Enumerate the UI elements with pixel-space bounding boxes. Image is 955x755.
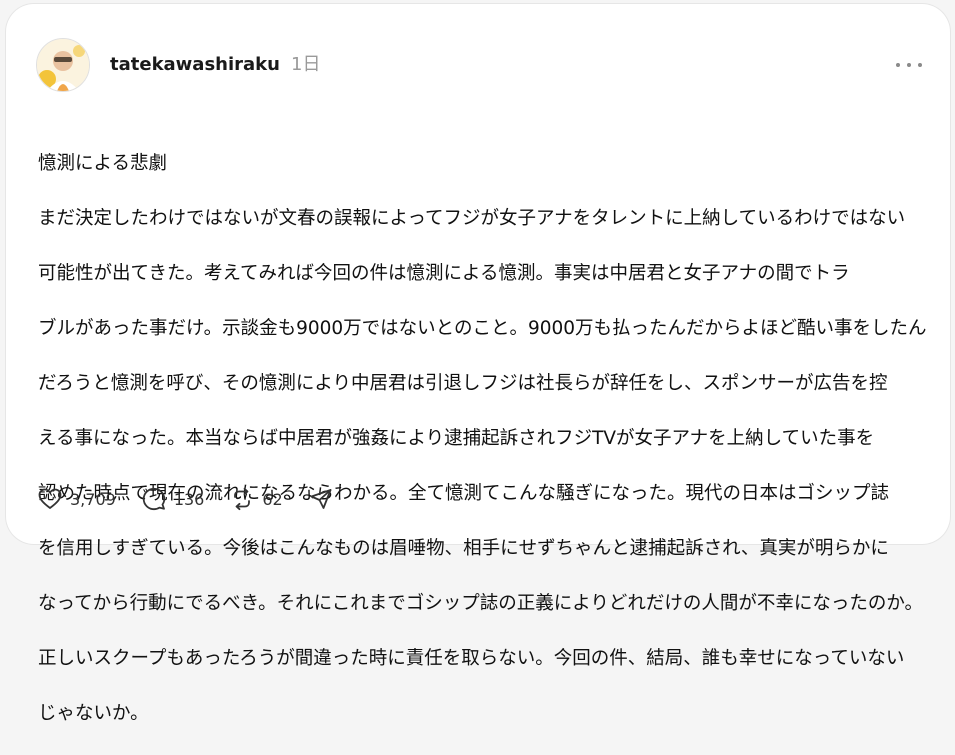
repost-icon: [230, 487, 254, 511]
action-bar: 3,709 136 62: [38, 484, 359, 514]
comment-button[interactable]: 136: [142, 487, 205, 511]
post-line: なってから行動にでるべき。それにこれまでゴシップ誌の正義によりどれだけの人間が不…: [38, 592, 924, 614]
more-dot: [918, 63, 922, 67]
comment-count: 136: [173, 489, 205, 509]
post-card: tatekawashiraku 1日 憶測による悲劇 まだ決定したわけではないが…: [6, 4, 950, 724]
more-options-icon[interactable]: [896, 56, 922, 74]
heart-icon: [38, 488, 62, 510]
post-line: じゃないか。: [38, 702, 149, 724]
avatar[interactable]: [36, 38, 90, 92]
username[interactable]: tatekawashiraku: [110, 54, 280, 76]
like-count: 3,709: [70, 489, 116, 509]
post-body: 憶測による悲劇 まだ決定したわけではないが文春の誤報によってフジが女子アナをタレ…: [38, 122, 927, 755]
post-line: を信用しすぎている。今後はこんなものは眉唾物、相手にせずちゃんと逮捕起訴され、真…: [38, 537, 889, 559]
share-button[interactable]: [309, 487, 333, 511]
more-dot: [896, 63, 900, 67]
repost-button[interactable]: 62: [230, 487, 283, 511]
repost-count: 62: [262, 489, 283, 509]
post-line: ブルがあった事だけ。示談金も9000万ではないとのこと。9000万も払ったんだか…: [38, 317, 927, 339]
send-icon: [309, 487, 333, 511]
comment-bubble-icon: [142, 487, 166, 511]
post-title: 憶測による悲劇: [38, 152, 167, 174]
post-line: まだ決定したわけではないが文春の誤報によってフジが女子アナをタレントに上納してい…: [38, 207, 906, 229]
post-line: 正しいスクープもあったろうが間違った時に責任を取らない。今回の件、結局、誰も幸せ…: [38, 647, 905, 669]
post-time: 1日: [291, 54, 321, 75]
like-button[interactable]: 3,709: [38, 488, 116, 510]
post-line: 可能性が出てきた。考えてみれば今回の件は憶測による憶測。事実は中居君と女子アナの…: [38, 262, 850, 284]
post-line: える事になった。本当ならば中居君が強姦により逮捕起訴されフジTVが女子アナを上納…: [38, 427, 875, 449]
post-line: だろうと憶測を呼び、その憶測により中居君は引退しフジは社長らが辞任をし、スポンサ…: [38, 372, 888, 394]
more-dot: [907, 63, 911, 67]
